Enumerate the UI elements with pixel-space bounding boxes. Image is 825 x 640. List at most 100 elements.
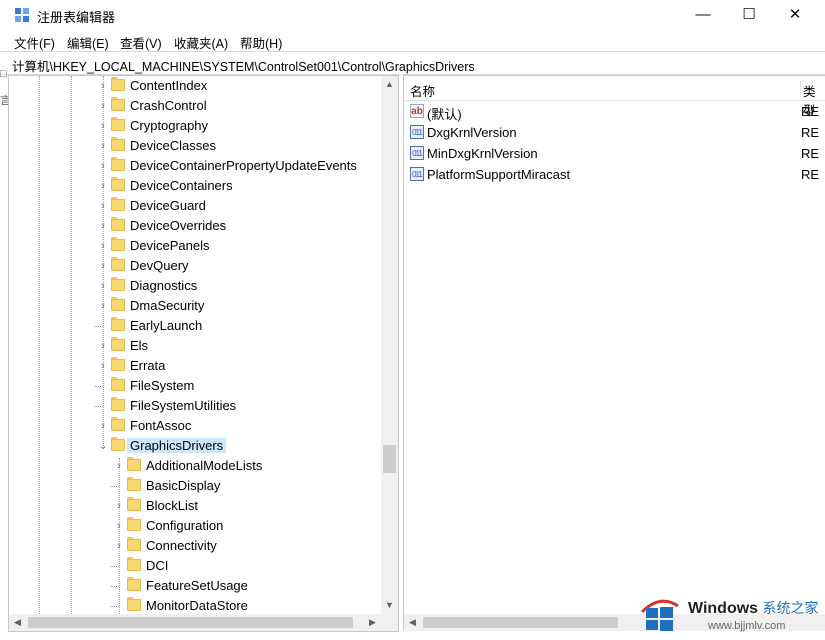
chevron-right-icon[interactable]: › (97, 179, 109, 193)
tree-node[interactable]: › DevQuery (9, 256, 379, 276)
tree-node[interactable]: › Errata (9, 356, 379, 376)
tree-node[interactable]: › AdditionalModeLists (9, 456, 379, 476)
tree-hscroll-thumb[interactable] (28, 617, 353, 628)
menu-favorites[interactable]: 收藏夹(A) (174, 33, 228, 52)
string-value-icon: ab (410, 104, 424, 118)
tree-node[interactable]: › FontAssoc (9, 416, 379, 436)
tree-node[interactable]: › CrashControl (9, 96, 379, 116)
tree-node[interactable]: › DevicePanels (9, 236, 379, 256)
tree-node[interactable]: EarlyLaunch (9, 316, 379, 336)
folder-icon (111, 437, 125, 451)
tree-node[interactable]: › ContentIndex (9, 76, 379, 96)
chevron-right-icon[interactable]: › (113, 499, 125, 513)
chevron-right-icon[interactable]: › (113, 519, 125, 533)
menu-view[interactable]: 查看(V) (120, 33, 162, 52)
folder-icon (111, 197, 125, 211)
address-bar[interactable]: 计算机\HKEY_LOCAL_MACHINE\SYSTEM\ControlSet… (0, 51, 825, 75)
tree-node-label: ContentIndex (130, 78, 208, 93)
menu-edit[interactable]: 编辑(E) (67, 33, 109, 52)
value-row[interactable]: ab (默认) RE (404, 101, 825, 122)
tree-node[interactable]: MonitorDataStore (9, 596, 379, 616)
folder-icon (111, 357, 125, 371)
chevron-right-icon[interactable]: › (97, 259, 109, 273)
address-path[interactable]: 计算机\HKEY_LOCAL_MACHINE\SYSTEM\ControlSet… (12, 56, 475, 75)
scroll-left-icon[interactable]: ◀ (9, 614, 26, 631)
tree-node[interactable]: FeatureSetUsage (9, 576, 379, 596)
folder-icon (111, 417, 125, 431)
tree-node-label: GraphicsDrivers (127, 438, 227, 453)
chevron-right-icon[interactable]: › (97, 239, 109, 253)
value-row[interactable]: 011 PlatformSupportMiracast RE (404, 164, 825, 185)
chevron-right-icon[interactable]: › (97, 79, 109, 93)
scroll-right-icon[interactable]: ▶ (364, 614, 381, 631)
chevron-right-icon[interactable]: › (97, 299, 109, 313)
chevron-right-icon[interactable]: › (97, 419, 109, 433)
chevron-right-icon[interactable]: › (97, 139, 109, 153)
tree-node[interactable]: › Diagnostics (9, 276, 379, 296)
tree-node[interactable]: › DmaSecurity (9, 296, 379, 316)
tree-node[interactable]: FileSystemUtilities (9, 396, 379, 416)
folder-icon (111, 137, 125, 151)
values-list-pane[interactable]: 名称 类型 ab (默认) RE 011 DxgKrnlVersion RE 011 MinD… (403, 75, 825, 631)
chevron-right-icon[interactable]: › (97, 119, 109, 133)
close-button[interactable]: ✕ (772, 0, 818, 30)
tree-node[interactable]: › Els (9, 336, 379, 356)
chevron-down-icon[interactable]: ⌄ (97, 439, 109, 453)
watermark-brand: Windows (688, 600, 759, 617)
value-row[interactable]: 011 MinDxgKrnlVersion RE (404, 143, 825, 164)
tree-node[interactable]: › DeviceClasses (9, 136, 379, 156)
chevron-right-icon[interactable]: › (97, 339, 109, 353)
tree-node[interactable]: BasicDisplay (9, 476, 379, 496)
tree-node[interactable]: › Configuration (9, 516, 379, 536)
scroll-up-icon[interactable]: ▲ (381, 76, 398, 93)
tree-node[interactable]: › BlockList (9, 496, 379, 516)
binary-value-icon: 011 (410, 167, 424, 181)
list-hscroll-thumb[interactable] (423, 617, 618, 628)
chevron-right-icon[interactable]: › (97, 279, 109, 293)
chevron-right-icon[interactable]: › (97, 219, 109, 233)
scroll-down-icon[interactable]: ▼ (381, 597, 398, 614)
tree-node[interactable]: FileSystem (9, 376, 379, 396)
chevron-right-icon[interactable]: › (113, 539, 125, 553)
tree-node[interactable]: › Connectivity (9, 536, 379, 556)
value-row[interactable]: 011 DxgKrnlVersion RE (404, 122, 825, 143)
chevron-right-icon[interactable]: › (97, 359, 109, 373)
tree-node[interactable]: DCI (9, 556, 379, 576)
value-type: RE (801, 104, 820, 119)
chevron-right-icon[interactable]: › (97, 159, 109, 173)
tree-node[interactable]: › DeviceOverrides (9, 216, 379, 236)
folder-icon (111, 317, 125, 331)
tree-node-label: DmaSecurity (130, 298, 205, 313)
chevron-right-icon[interactable]: › (97, 99, 109, 113)
tree-horizontal-scrollbar[interactable]: ◀ ▶ (9, 614, 381, 631)
folder-icon (111, 217, 125, 231)
tree-node[interactable]: ⌄ GraphicsDrivers (9, 436, 379, 456)
tree-node[interactable]: › Cryptography (9, 116, 379, 136)
menu-file[interactable]: 文件(F) (14, 33, 55, 52)
tree-node-label: CrashControl (130, 98, 207, 113)
folder-icon (127, 577, 141, 591)
tree-node-label: FileSystemUtilities (130, 398, 237, 413)
binary-value-icon: 011 (410, 146, 424, 160)
tree-node[interactable]: › DeviceGuard (9, 196, 379, 216)
menu-help[interactable]: 帮助(H) (240, 33, 282, 52)
column-header-name[interactable]: 名称 (410, 81, 435, 100)
watermark-url: www.bjjmlv.com (708, 620, 786, 632)
maximize-button[interactable]: ☐ (726, 0, 772, 30)
scroll-left-icon[interactable]: ◀ (404, 614, 421, 631)
tree-scroll-thumb[interactable] (383, 445, 396, 473)
tree-node-label: DeviceOverrides (130, 218, 227, 233)
key-tree-pane[interactable]: › ContentIndex › CrashControl › Cryptography ›… (8, 75, 399, 632)
chevron-right-icon[interactable]: › (97, 199, 109, 213)
column-header-type[interactable]: 类型 (800, 81, 825, 118)
tree-node-label: AdditionalModeLists (146, 458, 263, 473)
chevron-right-icon[interactable]: › (113, 459, 125, 473)
tree-vertical-scrollbar[interactable]: ▲ ▼ (381, 76, 398, 614)
value-name: (默认) (427, 107, 462, 122)
tree-node-label: BasicDisplay (146, 478, 221, 493)
tree-node[interactable]: › DeviceContainerPropertyUpdateEvents (9, 156, 379, 176)
tree-node[interactable]: › DeviceContainers (9, 176, 379, 196)
folder-icon (111, 277, 125, 291)
minimize-button[interactable]: — (680, 0, 726, 30)
site-watermark: Windows 系统之家 www.bjjmlv.com (636, 588, 825, 636)
